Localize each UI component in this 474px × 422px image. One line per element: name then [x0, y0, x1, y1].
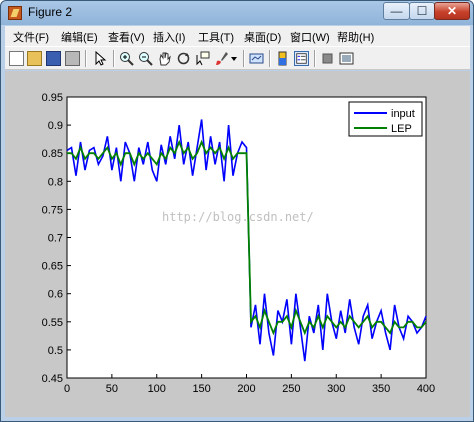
- window-title: Figure 2: [28, 5, 73, 19]
- y-tick-label: 0.6: [48, 289, 63, 301]
- y-tick-label: 0.9: [48, 120, 63, 132]
- zoom-in-icon[interactable]: [119, 51, 134, 66]
- legend[interactable]: input LEP: [348, 101, 423, 137]
- pan-hand-icon[interactable]: [157, 51, 172, 66]
- x-tick-label: 250: [282, 383, 300, 395]
- save-icon[interactable]: [46, 51, 61, 66]
- new-figure-icon[interactable]: [9, 51, 24, 66]
- toolbar-separator: [85, 50, 87, 67]
- y-tick-label: 0.8: [48, 176, 63, 188]
- y-tick-label: 0.95: [42, 92, 63, 104]
- x-tick-label: 350: [372, 383, 390, 395]
- title-bar[interactable]: Figure 2 — ☐ ✕: [1, 1, 473, 25]
- watermark-text: http://blog.csdn.net/: [162, 210, 314, 224]
- y-tick-label: 0.85: [42, 148, 63, 160]
- open-file-icon[interactable]: [27, 51, 42, 66]
- zoom-out-icon[interactable]: [138, 51, 153, 66]
- colorbar-icon[interactable]: [275, 51, 290, 66]
- y-tick-label: 0.65: [42, 261, 63, 273]
- toolbar-separator: [269, 50, 271, 67]
- x-tick-label: 100: [148, 383, 166, 395]
- y-tick-label: 0.7: [48, 233, 63, 245]
- plot-svg: 0 50 100 150 200 250 300 350 400 0.45 0.5 0.55 0.6 0.…: [42, 92, 436, 395]
- x-tick-label: 200: [237, 383, 255, 395]
- maximize-button[interactable]: ☐: [409, 2, 435, 20]
- show-plot-tools-icon[interactable]: [339, 51, 354, 66]
- figure-window: Figure 2 — ☐ ✕ 文件(F) 编辑(E) 查看(V) 插入(I) 工…: [0, 0, 474, 422]
- menu-tools[interactable]: 工具(T): [198, 29, 234, 45]
- legend-label-lep: LEP: [391, 123, 412, 135]
- menu-edit[interactable]: 编辑(E): [61, 29, 98, 45]
- y-tick-label: 0.45: [42, 373, 63, 385]
- hide-plot-tools-icon[interactable]: [320, 51, 335, 66]
- y-tick-label: 0.5: [48, 345, 63, 357]
- x-tick-label: 0: [64, 383, 70, 395]
- rotate-3d-icon[interactable]: [176, 51, 191, 66]
- menu-file[interactable]: 文件(F): [13, 29, 49, 45]
- link-plot-icon[interactable]: [249, 51, 264, 66]
- legend-label-input: input: [391, 108, 415, 120]
- brush-dropdown-icon[interactable]: [230, 51, 238, 66]
- menu-bar: 文件(F) 编辑(E) 查看(V) 插入(I) 工具(T) 桌面(D) 窗口(W…: [5, 26, 470, 46]
- data-cursor-icon[interactable]: [195, 51, 210, 66]
- y-tick-label: 0.75: [42, 204, 63, 216]
- figure-canvas: 0 50 100 150 200 250 300 350 400 0.45 0.5 0.55 0.6 0.…: [5, 71, 470, 417]
- x-tick-label: 150: [192, 383, 210, 395]
- minimize-button[interactable]: —: [383, 2, 410, 20]
- figure-toolbar: [5, 46, 470, 70]
- y-tick-label: 0.55: [42, 317, 63, 329]
- toolbar-separator: [243, 50, 245, 67]
- matlab-logo-icon: [8, 6, 22, 20]
- menu-help[interactable]: 帮助(H): [337, 29, 374, 45]
- x-tick-label: 50: [106, 383, 118, 395]
- close-button[interactable]: ✕: [434, 2, 470, 20]
- menu-window[interactable]: 窗口(W): [290, 29, 330, 45]
- menu-desktop[interactable]: 桌面(D): [244, 29, 281, 45]
- menu-insert[interactable]: 插入(I): [153, 29, 185, 45]
- edit-plot-arrow-icon[interactable]: [93, 51, 108, 66]
- x-tick-label: 300: [327, 383, 345, 395]
- x-tick-label: 400: [417, 383, 435, 395]
- toolbar-separator: [113, 50, 115, 67]
- legend-icon[interactable]: [294, 51, 309, 66]
- print-icon[interactable]: [65, 51, 80, 66]
- brush-icon[interactable]: [214, 51, 229, 66]
- menu-view[interactable]: 查看(V): [108, 29, 145, 45]
- toolbar-separator: [314, 50, 316, 67]
